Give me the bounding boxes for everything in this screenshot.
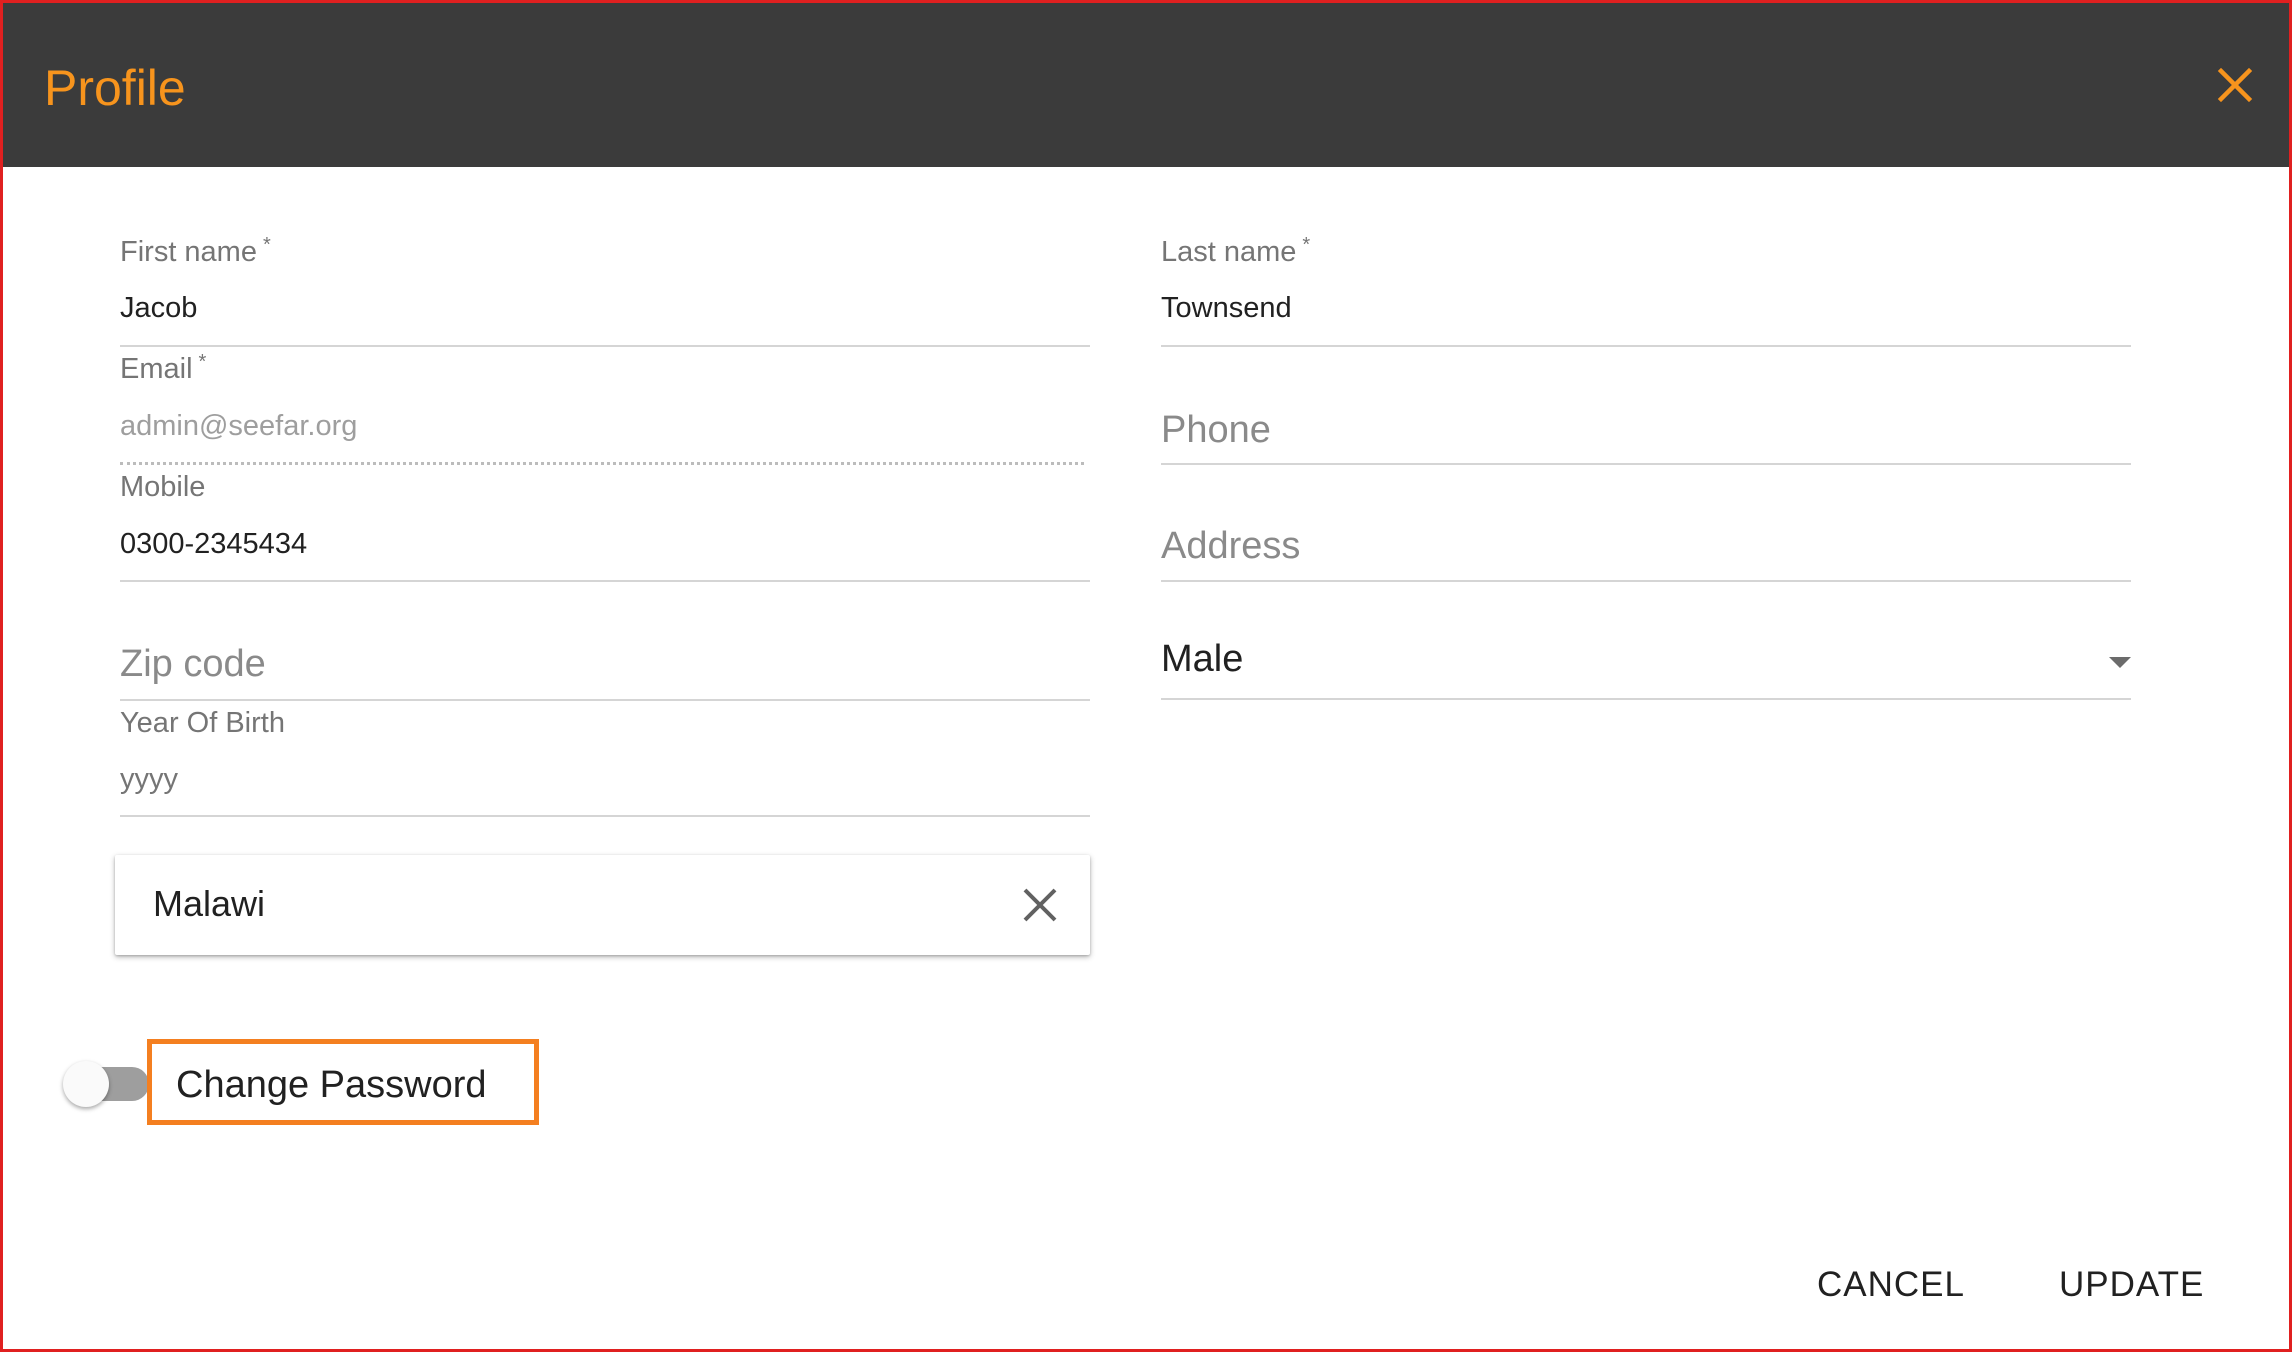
email-underline (120, 462, 1084, 465)
phone-placeholder: Phone (1161, 409, 1271, 451)
zip-code-underline (120, 699, 1090, 701)
first-name-label-text: First name (120, 236, 257, 268)
zip-code-field[interactable]: Zip code (120, 643, 1090, 703)
required-mark: * (262, 234, 271, 256)
dialog-title: Profile (44, 60, 186, 116)
email-field: Email * admin@seefar.org (120, 351, 1090, 466)
cancel-button[interactable]: CANCEL (1817, 1265, 1965, 1305)
year-of-birth-label: Year Of Birth (120, 707, 285, 739)
required-mark: * (1302, 234, 1311, 256)
mobile-underline (120, 580, 1090, 582)
year-of-birth-field[interactable]: Year Of Birth yyyy (120, 707, 1090, 817)
first-name-underline (120, 345, 1090, 347)
email-value: admin@seefar.org (120, 410, 358, 442)
zip-code-placeholder: Zip code (120, 643, 266, 685)
first-name-label: First name * (120, 234, 271, 269)
required-mark: * (198, 351, 207, 373)
last-name-label-text: Last name (1161, 236, 1297, 268)
email-label-text: Email (120, 353, 193, 385)
address-placeholder: Address (1161, 525, 1301, 567)
mobile-label: Mobile (120, 471, 206, 503)
phone-underline (1161, 463, 2131, 465)
gender-select[interactable]: Male (1161, 636, 2131, 701)
gender-underline (1161, 698, 2131, 700)
country-value: Malawi (153, 883, 266, 924)
last-name-value: Townsend (1161, 292, 1292, 324)
close-icon (2217, 67, 2253, 103)
last-name-field[interactable]: Last name * Townsend (1161, 233, 2131, 348)
mobile-value: 0300-2345434 (120, 528, 308, 560)
gender-selected-value: Male (1161, 638, 1244, 680)
change-password-toggle[interactable] (63, 1061, 153, 1111)
update-button[interactable]: UPDATE (2059, 1265, 2204, 1305)
phone-field[interactable]: Phone (1161, 403, 2131, 466)
toggle-thumb (63, 1061, 109, 1107)
dialog-header: Profile (3, 3, 2289, 167)
year-of-birth-placeholder: yyyy (120, 763, 178, 795)
first-name-field[interactable]: First name * Jacob (120, 233, 1090, 348)
address-field[interactable]: Address (1161, 520, 2131, 583)
address-underline (1161, 580, 2131, 582)
year-of-birth-underline (120, 815, 1090, 817)
caret-down-icon (2109, 657, 2131, 668)
email-label: Email * (120, 351, 207, 386)
change-password-label-highlight[interactable]: Change Password (147, 1039, 539, 1125)
first-name-value: Jacob (120, 292, 198, 324)
country-clear-button[interactable] (1020, 885, 1060, 925)
profile-dialog: Profile First name * Jacob Last name * Tow… (0, 0, 2292, 1352)
close-icon (1023, 888, 1057, 922)
close-button[interactable] (2209, 59, 2261, 111)
change-password-label: Change Password (176, 1064, 487, 1106)
last-name-label: Last name * (1161, 234, 1311, 269)
mobile-field[interactable]: Mobile 0300-2345434 (120, 469, 1090, 584)
country-autocomplete[interactable]: Malawi (115, 855, 1090, 955)
last-name-underline (1161, 345, 2131, 347)
